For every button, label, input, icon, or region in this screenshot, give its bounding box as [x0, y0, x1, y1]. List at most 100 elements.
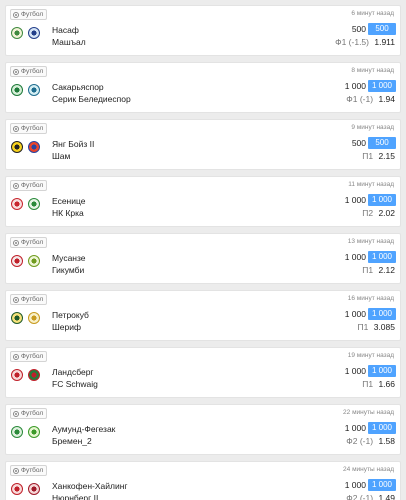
team-logos [11, 312, 40, 324]
team-logos [11, 369, 40, 381]
bet-card[interactable]: Футбол 24 минуты назад Ханкофен-Хайлинг … [5, 461, 401, 500]
away-team-logo-icon [28, 369, 40, 381]
sport-label: Футбол [21, 239, 44, 246]
team-logos [11, 27, 40, 39]
bet-time: 13 минут назад [347, 238, 394, 245]
teams: Аумунд-Фегезак Бремен_2 [52, 423, 115, 447]
home-team-logo-icon [11, 27, 23, 39]
bet-card[interactable]: Футбол 8 минут назад Сакарьяспор Серик Б… [5, 62, 401, 113]
bet-outcome: П1 2.15 [362, 151, 395, 161]
bet-market: П1 [357, 322, 369, 332]
bet-odds: 1.94 [378, 94, 395, 104]
bet-card[interactable]: Футбол 13 минут назад Мусанзе Гикумби 1 … [5, 233, 401, 284]
teams: Насаф Машъал [52, 24, 86, 48]
bet-outcome: Ф1 (-1) 1.94 [346, 94, 395, 104]
amount-button[interactable]: 1 000 [368, 194, 396, 206]
soccer-ball-icon [13, 410, 19, 417]
amount-button[interactable]: 1 000 [368, 308, 396, 320]
bet-odds: 1.66 [378, 379, 395, 389]
amount-button[interactable]: 500 [368, 137, 396, 149]
teams: Есенице НК Крка [52, 195, 86, 219]
bet-outcome: П1 1.66 [362, 379, 395, 389]
team-logos [11, 483, 40, 495]
bet-odds: 3.085 [373, 322, 395, 332]
home-team-logo-icon [11, 84, 23, 96]
bet-time: 22 минуты назад [343, 409, 394, 416]
bet-outcome: Ф1 (-1.5) 1.911 [335, 37, 395, 47]
away-team-logo-icon [28, 255, 40, 267]
sport-tag: Футбол [10, 294, 48, 305]
home-team-logo-icon [11, 198, 23, 210]
teams: Ландсберг FC Schwaig [52, 366, 98, 390]
soccer-ball-icon [13, 239, 19, 246]
teams: Петрокуб Шериф [52, 309, 89, 333]
home-team-name: Есенице [52, 196, 86, 206]
sport-label: Футбол [21, 467, 44, 474]
bet-card[interactable]: Футбол 6 минут назад Насаф Машъал 500 50… [5, 5, 401, 56]
away-team-logo-icon [28, 483, 40, 495]
home-team-logo-icon [11, 141, 23, 153]
bet-outcome: П1 2.12 [362, 265, 395, 275]
away-team-name: Гикумби [52, 265, 85, 275]
sport-tag: Футбол [10, 123, 48, 134]
bet-card[interactable]: Футбол 19 минут назад Ландсберг FC Schwa… [5, 347, 401, 398]
bet-market: Ф2 (-1) [346, 493, 374, 500]
team-logos [11, 84, 40, 96]
home-team-logo-icon [11, 426, 23, 438]
bet-amount: 1 000 [344, 366, 366, 376]
amount-button[interactable]: 1 000 [368, 422, 396, 434]
team-logos [11, 141, 40, 153]
sport-label: Футбол [21, 11, 44, 18]
soccer-ball-icon [13, 182, 19, 189]
bet-amount: 1 000 [344, 423, 366, 433]
home-team-logo-icon [11, 312, 23, 324]
home-team-name: Сакарьяспор [52, 82, 104, 92]
away-team-name: Серик Беледиеспор [52, 94, 131, 104]
amount-button[interactable]: 500 [368, 23, 396, 35]
bet-outcome: П2 2.02 [362, 208, 395, 218]
teams: Ханкофен-Хайлинг Нюрнберг II [52, 480, 128, 500]
teams: Сакарьяспор Серик Беледиеспор [52, 81, 131, 105]
bets-feed: Футбол 6 минут назад Насаф Машъал 500 50… [0, 0, 406, 500]
bet-time: 24 минуты назад [343, 466, 394, 473]
soccer-ball-icon [13, 11, 19, 18]
home-team-name: Мусанзе [52, 253, 86, 263]
bet-card[interactable]: Футбол 22 минуты назад Аумунд-Фегезак Бр… [5, 404, 401, 455]
soccer-ball-icon [13, 296, 19, 303]
bet-outcome: Ф2 (-1) 1.58 [346, 436, 395, 446]
bet-odds: 1.58 [378, 436, 395, 446]
amount-button[interactable]: 1 000 [368, 251, 396, 263]
sport-label: Футбол [21, 296, 44, 303]
home-team-name: Янг Бойз II [52, 139, 95, 149]
away-team-logo-icon [28, 84, 40, 96]
sport-label: Футбол [21, 353, 44, 360]
home-team-name: Ханкофен-Хайлинг [52, 481, 128, 491]
bet-market: П1 [362, 151, 374, 161]
away-team-logo-icon [28, 141, 40, 153]
bet-market: Ф1 (-1) [346, 94, 374, 104]
bet-time: 8 минут назад [351, 67, 394, 74]
away-team-logo-icon [28, 27, 40, 39]
bet-amount: 1 000 [344, 195, 366, 205]
bet-card[interactable]: Футбол 9 минут назад Янг Бойз II Шам 500… [5, 119, 401, 170]
amount-button[interactable]: 1 000 [368, 479, 396, 491]
away-team-name: FC Schwaig [52, 379, 98, 389]
bet-market: П2 [362, 208, 374, 218]
teams: Мусанзе Гикумби [52, 252, 86, 276]
away-team-name: Шериф [52, 322, 81, 332]
bet-card[interactable]: Футбол 11 минут назад Есенице НК Крка 1 … [5, 176, 401, 227]
amount-button[interactable]: 1 000 [368, 80, 396, 92]
bet-time: 9 минут назад [351, 124, 394, 131]
away-team-name: НК Крка [52, 208, 84, 218]
team-logos [11, 198, 40, 210]
bet-card[interactable]: Футбол 16 минут назад Петрокуб Шериф 1 0… [5, 290, 401, 341]
away-team-name: Нюрнберг II [52, 493, 99, 500]
bet-time: 16 минут назад [347, 295, 394, 302]
amount-button[interactable]: 1 000 [368, 365, 396, 377]
away-team-logo-icon [28, 426, 40, 438]
home-team-name: Петрокуб [52, 310, 89, 320]
sport-label: Футбол [21, 410, 44, 417]
soccer-ball-icon [13, 467, 19, 474]
home-team-name: Насаф [52, 25, 79, 35]
bet-odds: 2.02 [378, 208, 395, 218]
